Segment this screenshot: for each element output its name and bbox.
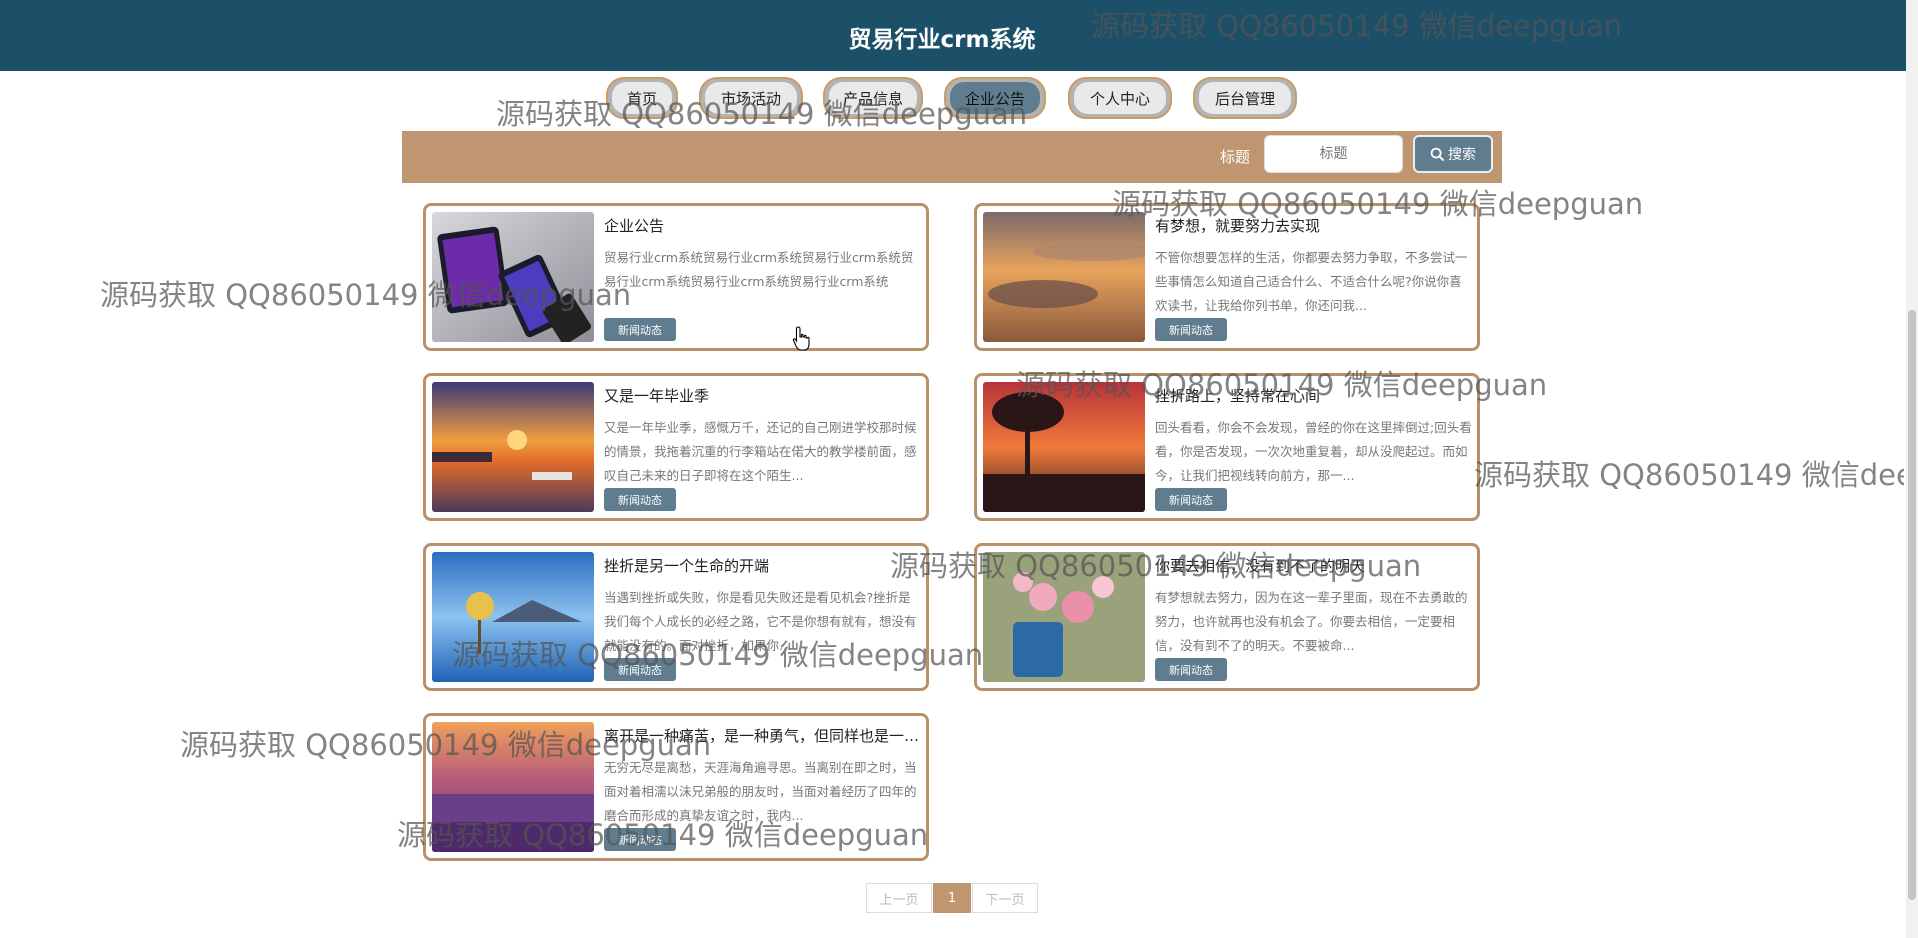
news-summary: 又是一年毕业季，感慨万千，还记的自己刚进学校那时候的情景，我拖着沉重的行李箱站在… <box>604 420 917 483</box>
news-thumbnail <box>432 552 594 682</box>
news-thumbnail <box>432 382 594 512</box>
news-category-tag[interactable]: 新闻动态 <box>1155 318 1227 341</box>
news-card[interactable]: 你要去相信，没有到不了的明天 有梦想就去努力，因为在这一辈子里面，现在不去勇敢的… <box>974 543 1480 691</box>
news-card[interactable]: 挫折是另一个生命的开端 当遇到挫折或失败，你是看见失败还是看见机会?挫折是我们每… <box>423 543 929 691</box>
vertical-scrollbar[interactable] <box>1906 0 1918 938</box>
nav-admin-label: 后台管理 <box>1199 82 1291 114</box>
news-card[interactable]: 离开是一种痛苦，是一种勇气，但同样也是一种希望 无穷无尽是离愁，天涯海角遍寻思。… <box>423 713 929 861</box>
news-title: 又是一年毕业季 <box>604 387 710 405</box>
news-card[interactable]: 企业公告 贸易行业crm系统贸易行业crm系统贸易行业crm系统贸易行业crm系… <box>423 203 929 351</box>
nav-admin[interactable]: 后台管理 <box>1193 77 1297 119</box>
news-thumbnail <box>983 552 1145 682</box>
news-category-tag[interactable]: 新闻动态 <box>604 318 676 341</box>
nav-personal-center-label: 个人中心 <box>1074 82 1166 114</box>
prev-page-button[interactable]: 上一页 <box>866 883 932 913</box>
news-category-tag[interactable]: 新闻动态 <box>1155 658 1227 681</box>
news-thumbnail <box>432 722 594 852</box>
news-title: 挫折是另一个生命的开端 <box>604 557 770 575</box>
news-category-tag[interactable]: 新闻动态 <box>1155 488 1227 511</box>
nav-market-activity[interactable]: 市场活动 <box>699 77 803 119</box>
news-summary: 贸易行业crm系统贸易行业crm系统贸易行业crm系统贸易行业crm系统贸易行业… <box>604 250 914 289</box>
news-title: 企业公告 <box>604 217 665 235</box>
top-header: 贸易行业crm系统 <box>0 0 1918 71</box>
nav-product-info-label: 产品信息 <box>829 82 917 114</box>
news-summary: 有梦想就去努力，因为在这一辈子里面，现在不去勇敢的努力，也许就再也没有机会了。你… <box>1155 590 1468 653</box>
nav-market-activity-label: 市场活动 <box>705 82 797 114</box>
search-button-label: 搜索 <box>1448 147 1476 163</box>
main-nav: 首页 市场活动 产品信息 企业公告 个人中心 后台管理 <box>0 77 1918 123</box>
news-summary: 不管你想要怎样的生活，你都要去努力争取，不多尝试一些事情怎么知道自己适合什么、不… <box>1155 250 1468 313</box>
search-icon <box>1430 147 1445 161</box>
news-thumbnail <box>432 212 594 342</box>
news-summary: 当遇到挫折或失败，你是看见失败还是看见机会?挫折是我们每个人成长的必经之路，它不… <box>604 590 917 653</box>
watermark: 源码获取 QQ86050149 微信deepguan <box>1474 458 1904 492</box>
hand-cursor-icon <box>792 326 810 351</box>
nav-home-label: 首页 <box>612 82 672 114</box>
next-page-button[interactable]: 下一页 <box>972 883 1038 913</box>
news-card[interactable]: 挫折路上，坚持常在心间 回头看看，你会不会发现，曾经的你在这里摔倒过;回头看看，… <box>974 373 1480 521</box>
scrollbar-thumb[interactable] <box>1908 310 1916 900</box>
search-label: 标题 <box>1220 148 1251 166</box>
page-number-1[interactable]: 1 <box>933 883 971 913</box>
news-title: 有梦想，就要努力去实现 <box>1155 217 1321 235</box>
search-input[interactable] <box>1264 135 1403 173</box>
nav-personal-center[interactable]: 个人中心 <box>1068 77 1172 119</box>
news-title: 离开是一种痛苦，是一种勇气，但同样也是一种希望 <box>604 727 924 745</box>
nav-company-notice[interactable]: 企业公告 <box>944 77 1046 119</box>
news-summary: 回头看看，你会不会发现，曾经的你在这里摔倒过;回头看看，你是否发现，一次次地重复… <box>1155 420 1472 483</box>
site-title: 贸易行业crm系统 <box>848 27 1036 53</box>
news-category-tag[interactable]: 新闻动态 <box>604 488 676 511</box>
nav-product-info[interactable]: 产品信息 <box>823 77 923 119</box>
news-thumbnail <box>983 382 1145 512</box>
news-summary: 无穷无尽是离愁，天涯海角遍寻思。当离别在即之时，当面对着相濡以沫兄弟般的朋友时，… <box>604 760 917 823</box>
search-button[interactable]: 搜索 <box>1413 135 1493 173</box>
news-title: 挫折路上，坚持常在心间 <box>1155 387 1321 405</box>
nav-home[interactable]: 首页 <box>606 77 678 119</box>
news-thumbnail <box>983 212 1145 342</box>
news-category-tag[interactable]: 新闻动态 <box>604 828 676 851</box>
news-category-tag[interactable]: 新闻动态 <box>604 658 676 681</box>
news-card[interactable]: 有梦想，就要努力去实现 不管你想要怎样的生活，你都要去努力争取，不多尝试一些事情… <box>974 203 1480 351</box>
news-title: 你要去相信，没有到不了的明天 <box>1155 557 1366 575</box>
nav-company-notice-label: 企业公告 <box>950 82 1040 114</box>
search-bar: 标题 搜索 <box>402 131 1502 183</box>
news-card[interactable]: 又是一年毕业季 又是一年毕业季，感慨万千，还记的自己刚进学校那时候的情景，我拖着… <box>423 373 929 521</box>
